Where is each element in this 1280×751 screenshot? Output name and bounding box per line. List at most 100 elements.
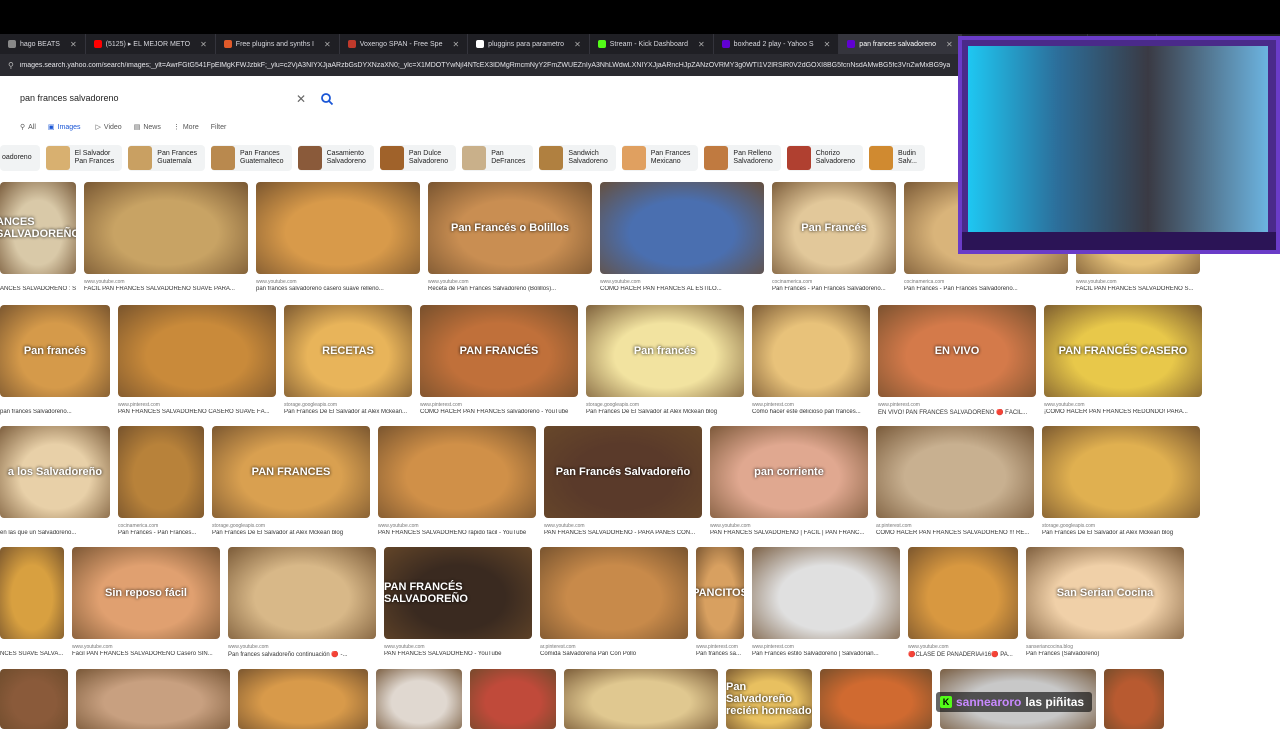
clear-search-button[interactable]: ✕: [296, 92, 306, 106]
result-source[interactable]: www.youtube.com: [600, 279, 764, 285]
bread-photo[interactable]: EN VIVO: [878, 305, 1036, 397]
address-url[interactable]: images.search.yahoo.com/search/images;_y…: [20, 62, 950, 69]
image-result[interactable]: [238, 669, 368, 751]
image-result[interactable]: storage.googleapis.com Pan Frances De El …: [1042, 426, 1200, 540]
result-title[interactable]: FACIL PAN FRANCES SALVADOREÑO S...: [1076, 286, 1200, 292]
result-source[interactable]: www.youtube.com: [428, 279, 592, 285]
bread-photo[interactable]: PAN FRANCÉS: [420, 305, 578, 397]
result-title[interactable]: Receta de Pan Francés Salvadoreño (Bolil…: [428, 286, 592, 292]
bread-photo[interactable]: [600, 182, 764, 274]
image-result[interactable]: NCÉS SUAVE SALVA...: [0, 547, 64, 661]
image-result[interactable]: www.pinterest.com Pan Frances estilo Salv…: [752, 547, 900, 661]
image-result[interactable]: Pan francés pan francés Salvadoreño...: [0, 305, 110, 419]
bread-photo[interactable]: [228, 547, 376, 639]
result-source[interactable]: www.youtube.com: [84, 279, 248, 285]
image-result[interactable]: Pan francés storage.googleapis.com Pan Fra…: [586, 305, 744, 419]
image-result[interactable]: www.pinterest.com Cómo hacer este delicio…: [752, 305, 870, 419]
tab-close-icon[interactable]: ✕: [698, 40, 705, 49]
result-title[interactable]: PAN FRANCES SALVADOREÑO - PARA PANES CON…: [544, 530, 702, 536]
bread-photo[interactable]: [876, 426, 1034, 518]
result-title[interactable]: COMO HACER PAN FRANCÉS salvadoreño - You…: [420, 409, 578, 415]
bread-photo[interactable]: [378, 426, 536, 518]
filter-tab-all[interactable]: ⚲ All: [20, 123, 36, 132]
browser-tab[interactable]: pan frances salvadoreno ✕: [839, 34, 962, 54]
related-search-chip[interactable]: Budin Salv...: [869, 145, 925, 171]
bread-photo[interactable]: [1042, 426, 1200, 518]
tab-close-icon[interactable]: ✕: [70, 40, 77, 49]
bread-photo[interactable]: [752, 547, 900, 639]
result-title[interactable]: Fácil PAN FRANCES SALVADOREÑO Casero SIN…: [72, 651, 220, 657]
bread-photo[interactable]: [908, 547, 1018, 639]
bread-photo[interactable]: a los Salvadoreño: [0, 426, 110, 518]
bread-photo[interactable]: [752, 305, 870, 397]
result-title[interactable]: PAN FRANCES SALVADOREÑO CASERO SUAVE FÁ.…: [118, 409, 276, 415]
bread-photo[interactable]: Pan francés: [0, 305, 110, 397]
result-source[interactable]: ar.pinterest.com: [876, 523, 1034, 529]
image-result[interactable]: Pan Francés Salvadoreño www.youtube.com PA…: [544, 426, 702, 540]
image-result[interactable]: [0, 669, 68, 751]
image-result[interactable]: Pan Francés o Bolillos www.youtube.com Rec…: [428, 182, 592, 296]
bread-photo[interactable]: [256, 182, 420, 274]
result-title[interactable]: 🔴CLASE DE PANADERÍA#16🔴 PA...: [908, 651, 1018, 658]
filter-tab-news[interactable]: ▤ News: [134, 123, 161, 132]
bread-photo[interactable]: PAN FRANCES: [212, 426, 370, 518]
image-result[interactable]: PAN FRANCÉS SALVADOREÑO www.youtube.com PA…: [384, 547, 532, 661]
result-title[interactable]: Pan Frances De El Salvador at Alex Mckea…: [284, 409, 412, 415]
result-title[interactable]: Pan frances sa...: [696, 651, 744, 657]
bread-photo[interactable]: PAN FRANCÉS CASERO: [1044, 305, 1202, 397]
image-result[interactable]: PAN FRANCES storage.googleapis.com Pan Fra…: [212, 426, 370, 540]
bread-photo[interactable]: [0, 669, 68, 729]
tab-close-icon[interactable]: ✕: [324, 40, 331, 49]
result-title[interactable]: Pan Frances De El Salvador at Alex Mckea…: [586, 409, 744, 415]
result-source[interactable]: www.youtube.com: [228, 644, 376, 650]
result-title[interactable]: Pan Francés - Pan Francés Salvadoreño...: [904, 286, 1068, 292]
image-result[interactable]: [820, 669, 932, 751]
result-title[interactable]: EN VIVO! PAN FRANCES SALVADOREÑO 🔴 FÁCIL…: [878, 409, 1036, 416]
image-result[interactable]: www.youtube.com pan francés salvadoreño c…: [256, 182, 420, 296]
result-title[interactable]: Pan Frances - Pan Frances...: [118, 530, 204, 536]
result-title[interactable]: Pan Frances estilo Salvadoreño | Salvado…: [752, 651, 900, 657]
tab-close-icon[interactable]: ✕: [200, 40, 207, 49]
result-title[interactable]: COMO HACER PAN FRANCES AL ESTILO...: [600, 286, 764, 292]
result-title[interactable]: Pan Francés - Pan Francés Salvadoreño...: [772, 286, 896, 292]
result-source[interactable]: www.youtube.com: [1044, 402, 1202, 408]
bread-photo[interactable]: Pan Francés: [772, 182, 896, 274]
result-source[interactable]: www.youtube.com: [384, 644, 532, 650]
result-source[interactable]: cocinamerica.com: [772, 279, 896, 285]
browser-tab[interactable]: Voxengo SPAN - Free Spe ✕: [340, 34, 469, 54]
related-search-chip[interactable]: Casamiento Salvadoreno: [297, 145, 374, 171]
image-result[interactable]: www.youtube.com FACIL PAN FRANCES SALVADO…: [84, 182, 248, 296]
result-title[interactable]: PAN FRANCES SALVADOREÑO | FÁCIL | PAN FR…: [710, 530, 868, 536]
result-source[interactable]: www.youtube.com: [908, 644, 1018, 650]
result-source[interactable]: sanseriancocina.blog: [1026, 644, 1184, 650]
image-result[interactable]: a los Salvadoreño en las que un Salvadore…: [0, 426, 110, 540]
result-source[interactable]: www.pinterest.com: [752, 402, 870, 408]
result-title[interactable]: PAN FRANCES SALVADOREÑO - YouTube: [384, 651, 532, 657]
bread-photo[interactable]: [0, 547, 64, 639]
image-result[interactable]: pan corriente www.youtube.com PAN FRANCES …: [710, 426, 868, 540]
image-result[interactable]: www.youtube.com 🔴CLASE DE PANADERÍA#16🔴 P…: [908, 547, 1018, 661]
related-search-chip[interactable]: Pan Frances Guatemalteco: [210, 145, 292, 171]
related-search-chip[interactable]: Pan Frances Guatemala: [128, 145, 205, 171]
bread-photo[interactable]: [118, 305, 276, 397]
related-search-chip[interactable]: Pan DeFrances: [462, 145, 534, 171]
result-title[interactable]: pan francés Salvadoreño...: [0, 409, 110, 415]
image-result[interactable]: Sin reposo fácil www.youtube.com Fácil PAN…: [72, 547, 220, 661]
result-source[interactable]: ar.pinterest.com: [540, 644, 688, 650]
browser-tab[interactable]: Stream - Kick Dashboard ✕: [590, 34, 714, 54]
related-search-chip[interactable]: Pan Frances Mexicano: [621, 145, 699, 171]
image-result[interactable]: Pan Salvadoreño recién horneado: [726, 669, 812, 751]
filter-tab-images[interactable]: ▣ Images: [48, 123, 84, 132]
bread-photo[interactable]: ANCES SALVADOREÑO: [0, 182, 76, 274]
bread-photo[interactable]: [376, 669, 462, 729]
browser-tab[interactable]: boxhead 2 play - Yahoo S ✕: [714, 34, 840, 54]
search-input[interactable]: [20, 93, 280, 103]
result-title[interactable]: ¡COMO HACER PAN FRANCES REDONDO! PARA...: [1044, 409, 1202, 415]
result-title[interactable]: ANCES SALVADOREÑO : SALVADO...: [0, 286, 76, 292]
image-result[interactable]: San Serian Cocina sanseriancocina.blog Pan…: [1026, 547, 1184, 661]
image-result[interactable]: PAN FRANCÉS www.pinterest.com COMO HACER P…: [420, 305, 578, 419]
result-source[interactable]: storage.googleapis.com: [212, 523, 370, 529]
bread-photo[interactable]: Pan Francés Salvadoreño: [544, 426, 702, 518]
image-result[interactable]: cocinamerica.com Pan Frances - Pan France…: [118, 426, 204, 540]
result-source[interactable]: storage.googleapis.com: [586, 402, 744, 408]
